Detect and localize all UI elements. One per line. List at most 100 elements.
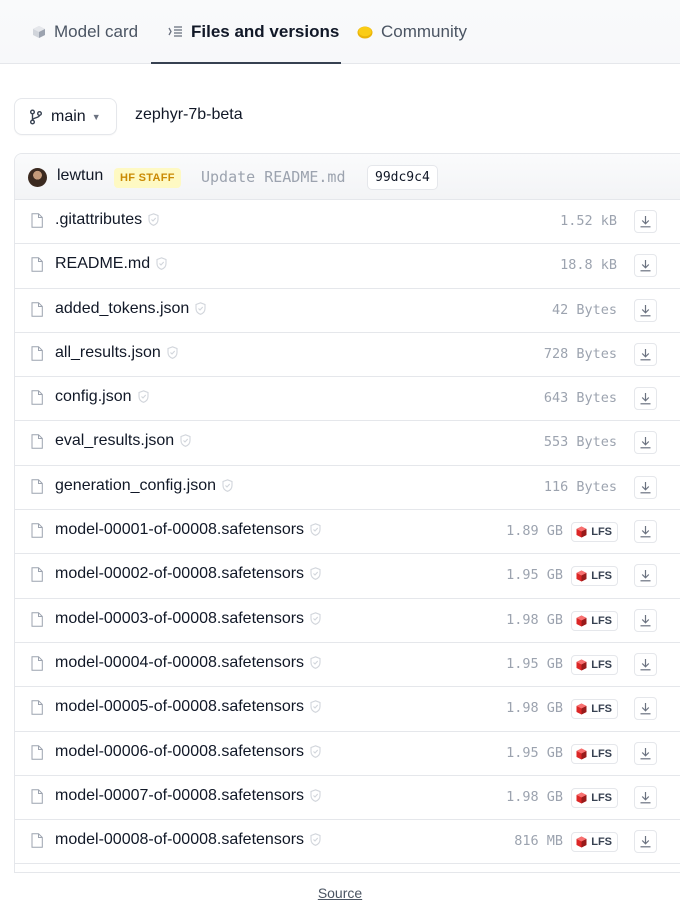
file-name-link[interactable]: model-00002-of-00008.safetensors: [55, 565, 304, 582]
safe-check-icon[interactable]: [148, 213, 159, 231]
safe-check-icon[interactable]: [310, 789, 321, 807]
download-icon: [639, 702, 652, 715]
file-name-link[interactable]: model-00004-of-00008.safetensors: [55, 654, 304, 671]
safe-check-icon[interactable]: [222, 478, 233, 497]
file-size: 1.89 GB: [506, 523, 563, 540]
file-row: model-00001-of-00008.safetensors 1.89 GB L…: [15, 510, 680, 555]
lfs-cube-icon: [576, 836, 587, 848]
file-size: 1.95 GB: [506, 655, 563, 672]
lfs-cube-icon: [576, 615, 587, 627]
download-icon: [639, 747, 652, 760]
safe-check-icon[interactable]: [180, 434, 191, 452]
download-button[interactable]: [634, 652, 657, 676]
lfs-badge[interactable]: LFS: [571, 522, 618, 543]
commit-hash[interactable]: 99dc9c4: [367, 165, 438, 190]
lfs-badge[interactable]: LFS: [571, 699, 618, 720]
tab-label: Community: [381, 21, 467, 41]
file-icon: [31, 611, 43, 632]
tab-community[interactable]: Community: [357, 0, 467, 63]
lfs-cube-icon: [576, 748, 587, 760]
file-icon: [31, 390, 43, 410]
download-button[interactable]: [634, 608, 657, 632]
commit-message[interactable]: Update README.md: [201, 168, 346, 186]
file-icon: [31, 789, 43, 809]
safe-check-icon[interactable]: [310, 700, 321, 718]
download-button[interactable]: [634, 830, 657, 854]
file-name-link[interactable]: model-00007-of-00008.safetensors: [55, 787, 304, 804]
lfs-badge[interactable]: LFS: [571, 787, 618, 808]
file-icon: [31, 567, 43, 587]
file-icon: [31, 833, 43, 853]
file-name-link[interactable]: added_tokens.json: [55, 300, 189, 317]
file-row: README.md 18.8 kB: [15, 244, 680, 289]
lfs-badge[interactable]: LFS: [571, 832, 618, 853]
safe-check-icon[interactable]: [310, 656, 321, 674]
file-list: .gitattributes 1.52 kB README.md 18.8 kB add…: [15, 200, 680, 865]
safe-check-icon[interactable]: [310, 523, 321, 541]
download-button[interactable]: [634, 431, 657, 455]
download-icon: [639, 259, 652, 272]
safe-check-icon[interactable]: [167, 346, 178, 364]
safe-check-icon[interactable]: [310, 611, 321, 630]
file-name-link[interactable]: README.md: [55, 255, 150, 272]
lfs-badge[interactable]: LFS: [571, 743, 618, 764]
lfs-badge[interactable]: LFS: [571, 654, 618, 675]
file-row: model-00002-of-00008.safetensors 1.95 GB L…: [15, 554, 680, 599]
file-name-link[interactable]: generation_config.json: [55, 477, 216, 494]
lfs-badge[interactable]: LFS: [571, 610, 618, 631]
file-icon: [31, 301, 43, 322]
download-button[interactable]: [634, 298, 657, 322]
download-icon: [639, 791, 652, 804]
file-name-link[interactable]: eval_results.json: [55, 432, 174, 449]
safe-check-icon[interactable]: [156, 257, 167, 275]
tab-label: Files and versions: [191, 21, 340, 41]
file-name-link[interactable]: model-00005-of-00008.safetensors: [55, 698, 304, 715]
safe-check-icon[interactable]: [310, 833, 321, 851]
file-name-cell: generation_config.json: [55, 477, 233, 497]
file-row: generation_config.json 116 Bytes: [15, 465, 680, 511]
file-name-cell: model-00003-of-00008.safetensors: [55, 610, 321, 630]
file-size: 1.95 GB: [506, 744, 563, 761]
lfs-badge[interactable]: LFS: [571, 566, 618, 587]
safe-check-icon[interactable]: [310, 744, 321, 763]
safe-check-icon[interactable]: [310, 567, 321, 585]
file-name-link[interactable]: model-00001-of-00008.safetensors: [55, 521, 304, 538]
file-name-link[interactable]: all_results.json: [55, 344, 161, 361]
last-commit-row: lewtun HF STAFF Update README.md 99dc9c4: [15, 154, 680, 200]
safe-check-icon[interactable]: [195, 301, 206, 320]
download-button[interactable]: [634, 387, 657, 411]
file-icon: [31, 213, 43, 233]
tab-files-and-versions[interactable]: Files and versions: [151, 0, 341, 64]
download-button[interactable]: [634, 785, 657, 809]
download-button[interactable]: [634, 210, 657, 233]
file-name-cell: model-00007-of-00008.safetensors: [55, 787, 321, 807]
file-row: model-00008-of-00008.safetensors 816 MB LF…: [15, 820, 680, 865]
file-name-link[interactable]: config.json: [55, 388, 132, 405]
lfs-label: LFS: [591, 836, 612, 849]
source-link[interactable]: Source: [0, 885, 680, 901]
file-name-link[interactable]: .gitattributes: [55, 211, 142, 228]
file-size: 643 Bytes: [543, 390, 617, 407]
download-button[interactable]: [634, 342, 657, 366]
file-name-cell: config.json: [55, 388, 149, 408]
download-button[interactable]: [634, 564, 657, 588]
download-button[interactable]: [634, 741, 657, 765]
file-name-link[interactable]: model-00006-of-00008.safetensors: [55, 743, 304, 760]
safe-check-icon[interactable]: [137, 390, 149, 408]
tab-model-card[interactable]: Model card: [32, 0, 138, 63]
avatar[interactable]: [28, 168, 47, 187]
file-row: model-00004-of-00008.safetensors 1.95 GB L…: [15, 642, 680, 688]
lfs-cube-icon: [576, 792, 587, 804]
file-name-cell: README.md: [55, 255, 167, 275]
file-name-link[interactable]: model-00003-of-00008.safetensors: [55, 610, 304, 627]
commit-author[interactable]: lewtun: [57, 167, 103, 185]
download-button[interactable]: [634, 697, 657, 721]
file-name-link[interactable]: model-00008-of-00008.safetensors: [55, 831, 304, 848]
download-button[interactable]: [634, 254, 657, 278]
download-button[interactable]: [634, 475, 657, 499]
branch-selector[interactable]: main ▼: [14, 98, 117, 135]
files-icon: [168, 25, 183, 38]
file-size: 1.95 GB: [506, 567, 563, 584]
download-button[interactable]: [634, 520, 657, 544]
repo-path: zephyr-7b-beta: [135, 106, 243, 123]
